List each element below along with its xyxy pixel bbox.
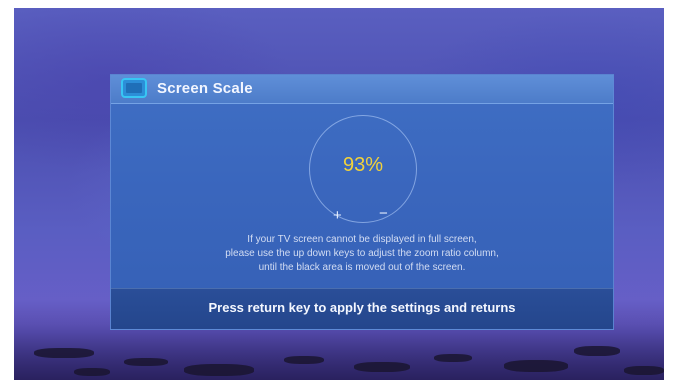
help-line-3: until the black area is moved out of the… (258, 262, 466, 273)
apply-instruction: Press return key to apply the settings a… (208, 300, 516, 315)
scale-dial[interactable]: 93% (309, 115, 417, 223)
help-line-1: If your TV screen cannot be displayed in… (247, 234, 477, 245)
help-text: If your TV screen cannot be displayed in… (111, 233, 613, 275)
minus-icon[interactable]: − (379, 205, 388, 222)
help-line-2: please use the up down keys to adjust th… (225, 248, 499, 259)
dialog-header: Screen Scale (111, 75, 613, 104)
dialog-title: Screen Scale (157, 80, 253, 97)
tv-screen: Screen Scale 93% + − If your TV screen c… (14, 8, 664, 380)
plus-icon[interactable]: + (333, 207, 342, 224)
screen-icon (121, 78, 147, 98)
dialog-footer: Press return key to apply the settings a… (111, 288, 613, 329)
screen-scale-dialog: Screen Scale 93% + − If your TV screen c… (110, 74, 614, 330)
scale-value: 93% (342, 154, 384, 176)
